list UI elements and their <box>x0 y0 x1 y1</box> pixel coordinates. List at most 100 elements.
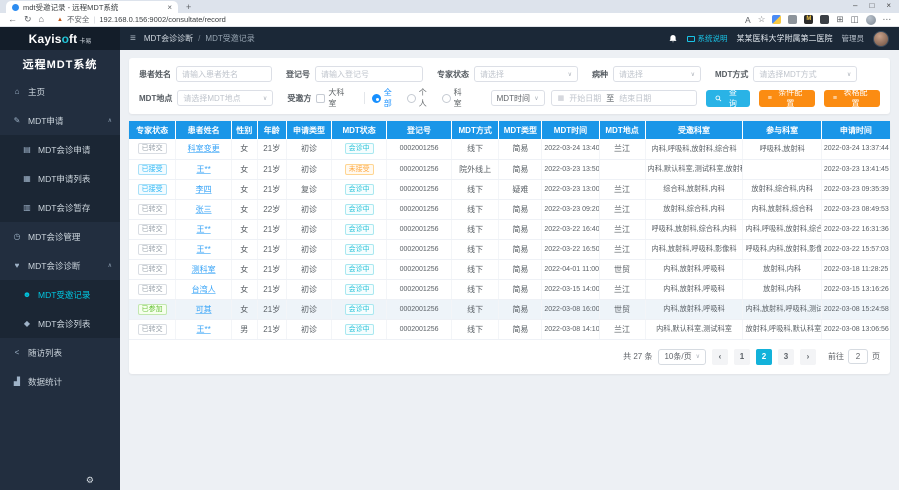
read-aloud-icon[interactable]: A <box>745 15 751 25</box>
table-row: 已转交台湾人女21岁初诊会诊中0002001256线下简易2022-03-15 … <box>129 279 890 299</box>
window-minimize-button[interactable]: – <box>853 1 857 10</box>
patient-name-link[interactable]: 台湾人 <box>192 285 216 294</box>
age-cell: 21岁 <box>257 299 286 319</box>
chevron-up-icon: ∧ <box>108 117 112 124</box>
expert-status-tag: 已接受 <box>138 184 167 195</box>
extension-icon[interactable] <box>772 15 781 24</box>
patient-name-link[interactable]: 王** <box>196 245 210 254</box>
next-page-button[interactable]: › <box>800 349 816 365</box>
browser-tab-strip: mdt受邀记录 - 远程MDT系统 × + – □ × <box>0 0 899 13</box>
patient-name-link[interactable]: 张三 <box>196 205 212 214</box>
invited-party-radio-personal[interactable] <box>407 94 416 103</box>
patient-name-link[interactable]: 王** <box>196 165 210 174</box>
patient-name-link[interactable]: 李四 <box>196 185 212 194</box>
column-header: MDT地点 <box>599 121 645 139</box>
address-bar[interactable]: ▲ 不安全 | 192.168.0.156:9002/consultate/re… <box>51 14 471 25</box>
chevron-down-icon: ∨ <box>691 71 695 78</box>
page-button-1[interactable]: 1 <box>734 349 750 365</box>
mdt-mode-select[interactable]: 请选择MDT方式 ∨ <box>753 66 857 82</box>
invited-party-radio-all[interactable] <box>372 94 381 103</box>
browser-profile-avatar[interactable] <box>866 15 876 25</box>
sidebar-item-1[interactable]: ✎MDT申请∧ <box>0 106 120 135</box>
goto-page-input[interactable] <box>848 349 868 364</box>
expert-status-tag: 已转交 <box>138 143 167 154</box>
time-type-select[interactable]: MDT时间 ∨ <box>491 90 545 106</box>
invited-depts-cell: 内科,默认科室,测试科室,放射科 <box>645 159 743 179</box>
refresh-icon[interactable]: ↻ <box>24 13 32 26</box>
extension-icon[interactable] <box>820 15 829 24</box>
more-menu-icon[interactable]: ⋯ <box>883 14 892 25</box>
chevron-down-icon: ∨ <box>847 71 851 78</box>
expert-status-tag: 已转交 <box>138 244 167 255</box>
patient-name-link[interactable]: 王** <box>196 225 210 234</box>
patient-name-link[interactable]: 测科室 <box>192 265 216 274</box>
sidebar-item-4[interactable]: <随访列表 <box>0 338 120 367</box>
back-icon[interactable]: ← <box>8 13 17 26</box>
chevron-down-icon: ∨ <box>534 95 538 102</box>
notification-bell-icon[interactable] <box>668 34 678 44</box>
search-button[interactable]: 查询 <box>706 90 749 107</box>
reg-no-cell: 0002001256 <box>387 299 452 319</box>
sidebar-subitem-1-1[interactable]: ▦MDT申请列表 <box>0 164 120 193</box>
expert-status-select[interactable]: 请选择 ∨ <box>474 66 578 82</box>
sidebar-submenu: ▤MDT会诊申请▦MDT申请列表▥MDT会诊暂存 <box>0 135 120 222</box>
mdt-time-cell: 2022-03-24 13:40:00 <box>542 139 599 159</box>
expert-status-tag: 已接受 <box>138 164 167 175</box>
gender-cell: 女 <box>231 259 257 279</box>
table-config-button[interactable]: ≡ 表格配置 <box>824 90 880 107</box>
draft-icon: ▥ <box>22 203 32 212</box>
new-tab-button[interactable]: + <box>186 1 191 13</box>
expert-status-tag: 已参加 <box>138 304 167 315</box>
site-favicon <box>12 4 19 11</box>
reg-no-input[interactable] <box>315 66 423 82</box>
sidebar-subitem-3-1[interactable]: ◆MDT会诊列表 <box>0 309 120 338</box>
app-logo[interactable]: Kayisoft 卡易 <box>0 27 120 50</box>
table-row: 已转交王**男21岁初诊会诊中0002001256线下简易2022-03-08 … <box>129 319 890 339</box>
mdt-status-tag: 会诊中 <box>345 143 374 154</box>
patient-name-input[interactable] <box>176 66 272 82</box>
collections-icon[interactable]: ⊞ <box>836 14 843 25</box>
mdt-place-cell: 兰江 <box>599 139 645 159</box>
split-screen-icon[interactable]: ◫ <box>850 14 858 25</box>
page-size-select[interactable]: 10条/页 ∨ <box>658 349 706 365</box>
tab-title: mdt受邀记录 - 远程MDT系统 <box>23 2 163 13</box>
invited-party-radio-dept[interactable] <box>442 94 451 103</box>
big-dept-checkbox[interactable] <box>316 94 325 103</box>
table-body: 已转交科室变更女21岁初诊会诊中0002001256线下简易2022-03-24… <box>129 139 890 339</box>
mdt-time-cell: 2022-03-23 13:50:00 <box>542 159 599 179</box>
favorite-star-icon[interactable]: ☆ <box>758 14 766 25</box>
mdt-mode-cell: 线下 <box>451 179 498 199</box>
window-close-button[interactable]: × <box>886 1 891 10</box>
sidebar-item-5[interactable]: ▟数据统计 <box>0 367 120 396</box>
date-range-picker[interactable]: ▦ 开始日期 至 结束日期 <box>551 90 698 106</box>
mdt-place-select[interactable]: 请选择MDT地点 ∨ <box>177 90 273 106</box>
chevron-up-icon: ∧ <box>108 262 112 269</box>
sidebar-item-0[interactable]: ⌂主页 <box>0 77 120 106</box>
page-button-3[interactable]: 3 <box>778 349 794 365</box>
collapse-menu-icon[interactable]: ≡ <box>130 33 136 44</box>
patient-name-link[interactable]: 王** <box>196 325 210 334</box>
browser-home-icon[interactable]: ⌂ <box>39 13 44 26</box>
browser-tab[interactable]: mdt受邀记录 - 远程MDT系统 × <box>6 1 178 13</box>
sidebar-subitem-1-2[interactable]: ▥MDT会诊暂存 <box>0 193 120 222</box>
sidebar-subitem-1-0[interactable]: ▤MDT会诊申请 <box>0 135 120 164</box>
sidebar-item-2[interactable]: ◷MDT会诊管理 <box>0 222 120 251</box>
disease-select[interactable]: 请选择 ∨ <box>613 66 701 82</box>
extension-icon[interactable] <box>788 15 797 24</box>
pager-pages: 123 <box>734 349 794 365</box>
prev-page-button[interactable]: ‹ <box>712 349 728 365</box>
patient-name-link[interactable]: 科室变更 <box>188 144 220 153</box>
system-help-link[interactable]: 系统说明 <box>687 33 728 44</box>
patient-name-link[interactable]: 可其 <box>196 305 212 314</box>
avatar[interactable] <box>873 31 889 47</box>
window-maximize-button[interactable]: □ <box>869 1 874 10</box>
main-content: 患者姓名 登记号 专家状态 请选择 ∨ <box>120 50 899 490</box>
condition-config-button[interactable]: ≡ 条件配置 <box>759 90 815 107</box>
page-button-2[interactable]: 2 <box>756 349 772 365</box>
sidebar-item-3[interactable]: ♥MDT会诊诊断∧ <box>0 251 120 280</box>
invited-depts-cell: 内科,放射科,呼吸科 <box>645 299 743 319</box>
extension-icon[interactable]: M <box>804 15 813 24</box>
settings-gear-icon[interactable]: ⚙ <box>86 475 94 486</box>
sidebar-subitem-3-0[interactable]: ☻MDT受邀记录 <box>0 280 120 309</box>
tab-close-icon[interactable]: × <box>167 3 172 12</box>
